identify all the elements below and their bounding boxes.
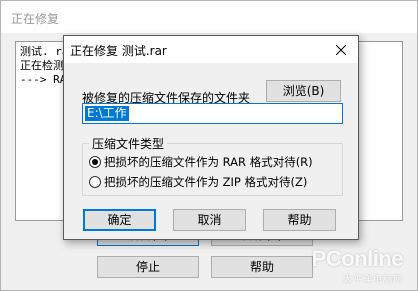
watermark: PConline 太平洋电脑网 [311, 246, 404, 285]
radio-zip[interactable]: 把损坏的压缩文件作为 ZIP 格式对待(Z) [89, 174, 307, 190]
watermark-sub: 太平洋电脑网 [342, 275, 403, 285]
background-help-button[interactable]: 帮助 [211, 256, 313, 278]
cancel-button[interactable]: 取消 [173, 209, 246, 231]
background-titlebar: 正在修复 [1, 1, 417, 33]
ok-button[interactable]: 确定 [83, 209, 156, 231]
close-button[interactable] [324, 36, 358, 63]
group-legend: 压缩文件类型 [89, 135, 168, 152]
path-input[interactable]: E:\工作 [82, 103, 343, 124]
repair-dialog: 正在修复 测试.rar 被修复的压缩文件保存的文件夹 浏览(B) E:\工作 压… [63, 35, 359, 240]
dialog-title: 正在修复 测试.rar [70, 44, 167, 58]
background-title: 正在修复 [11, 12, 60, 26]
path-value: E:\工作 [85, 106, 129, 121]
archive-type-group: 压缩文件类型 把损坏的压缩文件作为 RAR 格式对待(R) 把损坏的压缩文件作为… [82, 135, 343, 196]
browse-button[interactable]: 浏览(B) [266, 80, 341, 102]
dialog-titlebar: 正在修复 测试.rar [64, 36, 358, 63]
help-button[interactable]: 帮助 [263, 209, 336, 231]
radio-rar[interactable]: 把损坏的压缩文件作为 RAR 格式对待(R) [89, 154, 313, 170]
stop-button[interactable]: 停止 [97, 256, 199, 278]
radio-zip-label: 把损坏的压缩文件作为 ZIP 格式对待(Z) [104, 175, 308, 189]
radio-button-checked[interactable] [89, 156, 101, 168]
close-icon [336, 44, 346, 55]
radio-rar-label: 把损坏的压缩文件作为 RAR 格式对待(R) [104, 155, 313, 169]
radio-button[interactable] [89, 176, 101, 188]
watermark-logo: PConline [311, 246, 404, 271]
